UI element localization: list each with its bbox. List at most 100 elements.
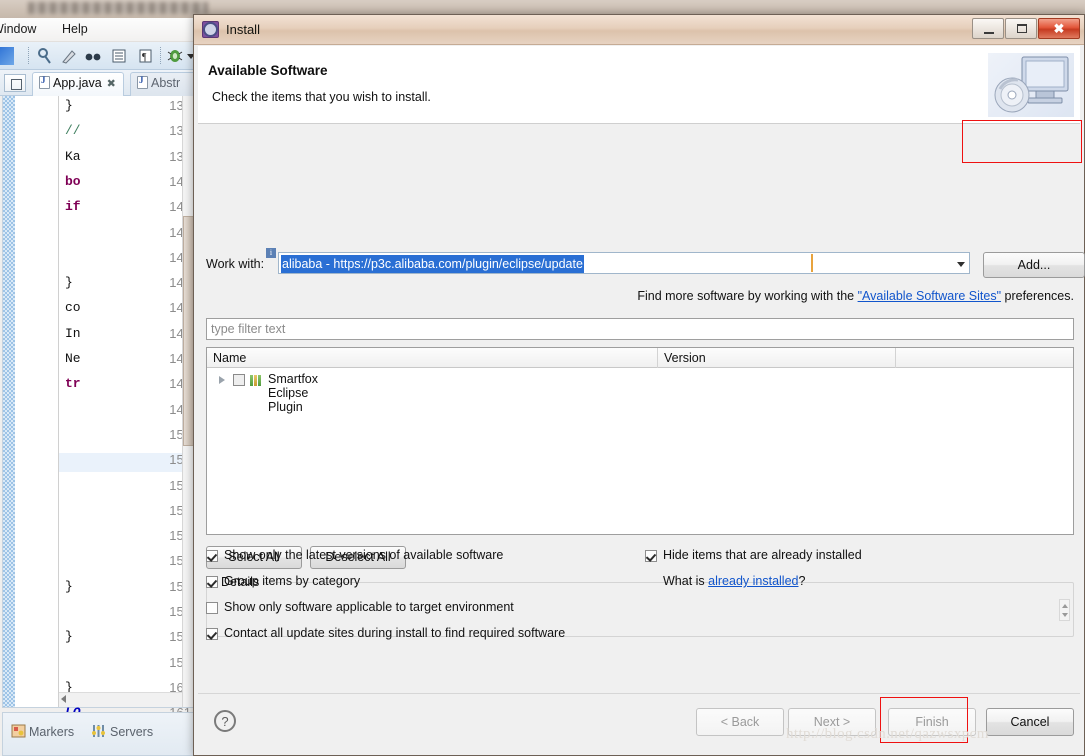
toolbar-glasses-icon[interactable] xyxy=(84,47,102,65)
option-label: Hide items that are already installed xyxy=(663,548,862,562)
code-line[interactable]: tr xyxy=(65,376,81,391)
ide-bottom-view-tabs[interactable]: Markers Servers xyxy=(2,712,196,756)
dialog-body: Work with: i alibaba - https://p3c.aliba… xyxy=(198,124,1085,693)
editor-view-menu-button[interactable] xyxy=(4,74,26,92)
work-with-label: Work with: xyxy=(206,257,265,271)
find-more-prefix: Find more software by working with the xyxy=(637,289,858,303)
bottom-tab-markers[interactable]: Markers xyxy=(29,725,74,739)
back-button[interactable]: < Back xyxy=(696,708,784,736)
already-installed-text: What is already installed? xyxy=(663,574,805,588)
bottom-tab-servers[interactable]: Servers xyxy=(110,725,153,739)
checkbox-show-latest-versions[interactable] xyxy=(206,550,218,562)
spin-down-icon[interactable] xyxy=(1062,613,1068,617)
toolbar-pencil-icon[interactable] xyxy=(60,47,78,65)
dialog-title: Install xyxy=(226,22,260,37)
close-icon: ✖ xyxy=(1053,21,1065,36)
option-label: Show only the latest versions of availab… xyxy=(224,548,504,562)
filter-input[interactable]: type filter text xyxy=(206,318,1074,340)
toolbar-debug-bug-icon[interactable] xyxy=(166,47,184,65)
column-header-name[interactable]: Name xyxy=(207,348,658,368)
code-line[interactable]: bo xyxy=(65,174,81,189)
checkbox-hide-installed[interactable] xyxy=(645,550,657,562)
details-spinner[interactable] xyxy=(1059,599,1070,621)
checkbox-group-by-category[interactable] xyxy=(206,576,218,588)
toolbar-separator-2 xyxy=(160,47,161,64)
chevron-down-icon[interactable] xyxy=(957,262,965,267)
available-software-sites-link[interactable]: "Available Software Sites" xyxy=(858,289,1001,303)
find-more-suffix: preferences. xyxy=(1001,289,1075,303)
tree-header: Name Version xyxy=(207,348,1073,368)
text-cursor xyxy=(811,254,813,272)
code-line[interactable]: In xyxy=(65,326,81,341)
maximize-button[interactable] xyxy=(1005,18,1037,39)
install-dialog: Install ✖ Available Software Check the i… xyxy=(193,14,1085,756)
java-file-icon xyxy=(39,75,50,89)
code-line[interactable]: Ne xyxy=(65,351,81,366)
already-installed-prefix: What is xyxy=(663,574,709,588)
restore-icon xyxy=(1017,24,1027,33)
find-more-software-text: Find more software by working with the "… xyxy=(637,289,1074,303)
monitor-cd-icon xyxy=(988,53,1074,117)
java-file-icon xyxy=(137,75,148,89)
code-line[interactable]: } xyxy=(65,275,73,290)
work-with-combo[interactable]: alibaba - https://p3c.alibaba.com/plugin… xyxy=(278,252,970,274)
column-header-version[interactable]: Version xyxy=(658,348,896,368)
window-controls: ✖ xyxy=(972,18,1080,40)
code-line[interactable]: } xyxy=(65,579,73,594)
option-label: Contact all update sites during install … xyxy=(224,626,566,640)
editor-tab-label-2: Abstr xyxy=(151,76,181,90)
cancel-button[interactable]: Cancel xyxy=(986,708,1074,736)
checkbox-contact-update-sites[interactable] xyxy=(206,628,218,640)
code-line[interactable]: } xyxy=(65,629,73,644)
page-subtitle: Check the items that you wish to install… xyxy=(212,90,431,104)
watermark: http://blog.csdn.net/qazwsxpcm xyxy=(786,726,989,742)
code-line[interactable]: co xyxy=(65,300,81,315)
spin-up-icon[interactable] xyxy=(1062,604,1068,608)
minimize-icon xyxy=(984,32,994,34)
toolbar-list-icon[interactable] xyxy=(110,47,128,65)
help-icon[interactable]: ? xyxy=(214,710,236,732)
code-line[interactable]: Ka xyxy=(65,149,81,164)
dialog-title-bar[interactable]: Install ✖ xyxy=(194,15,1084,45)
already-installed-suffix: ? xyxy=(798,574,806,588)
ide-window-title-blurred xyxy=(28,2,208,14)
dialog-header: Available Software Check the items that … xyxy=(198,46,1080,124)
install-gear-icon xyxy=(202,21,219,38)
editor-annotation-ruler[interactable] xyxy=(3,96,15,707)
close-icon[interactable]: ✖ xyxy=(107,78,116,90)
work-with-value[interactable]: alibaba - https://p3c.alibaba.com/plugin… xyxy=(281,255,584,273)
software-tree[interactable]: Name Version Smartfox Eclipse Plugin xyxy=(206,347,1074,535)
column-header-extra[interactable] xyxy=(896,348,1073,368)
chevron-right-icon[interactable] xyxy=(219,376,225,384)
markers-icon xyxy=(11,724,26,738)
minimize-button[interactable] xyxy=(972,18,1004,39)
option-label: Show only software applicable to target … xyxy=(224,600,514,614)
toolbar-search-icon[interactable] xyxy=(36,47,54,65)
already-installed-link[interactable]: already installed xyxy=(708,574,798,588)
option-label: Group items by category xyxy=(224,574,361,588)
screen: Window Help ¶ xyxy=(0,0,1085,756)
page-title: Available Software xyxy=(208,63,328,78)
code-line[interactable]: // xyxy=(65,123,81,138)
editor-tab-abstract[interactable]: Abstr xyxy=(130,72,200,96)
editor-tab-app-java[interactable]: App.java ✖ xyxy=(32,72,124,96)
row-name-smartfox: Smartfox Eclipse Plugin xyxy=(268,372,319,414)
menu-help[interactable]: Help xyxy=(62,22,88,36)
editor-line-number-gutter xyxy=(15,96,59,707)
code-editor[interactable]: 137} 138//139 Ka 140 bo 141 if 142 143 144} 145 co 1… xyxy=(2,96,197,756)
close-button[interactable]: ✖ xyxy=(1038,18,1080,39)
row-checkbox[interactable] xyxy=(233,374,245,386)
code-line[interactable]: if xyxy=(65,199,81,214)
toolbar-icon-1[interactable] xyxy=(0,47,14,65)
menu-window[interactable]: Window xyxy=(0,22,36,36)
toolbar-separator-1 xyxy=(28,47,29,64)
toolbar-pilcrow-icon[interactable]: ¶ xyxy=(136,47,154,65)
editor-horizontal-scrollbar[interactable] xyxy=(59,692,182,707)
servers-icon xyxy=(91,724,106,738)
info-icon[interactable]: i xyxy=(266,248,276,258)
add-button[interactable]: Add... xyxy=(983,252,1085,278)
scroll-left-arrow-icon[interactable] xyxy=(61,695,66,703)
checkbox-target-environment[interactable] xyxy=(206,602,218,614)
editor-tab-label: App.java xyxy=(53,76,102,90)
code-line[interactable]: } xyxy=(65,98,73,113)
